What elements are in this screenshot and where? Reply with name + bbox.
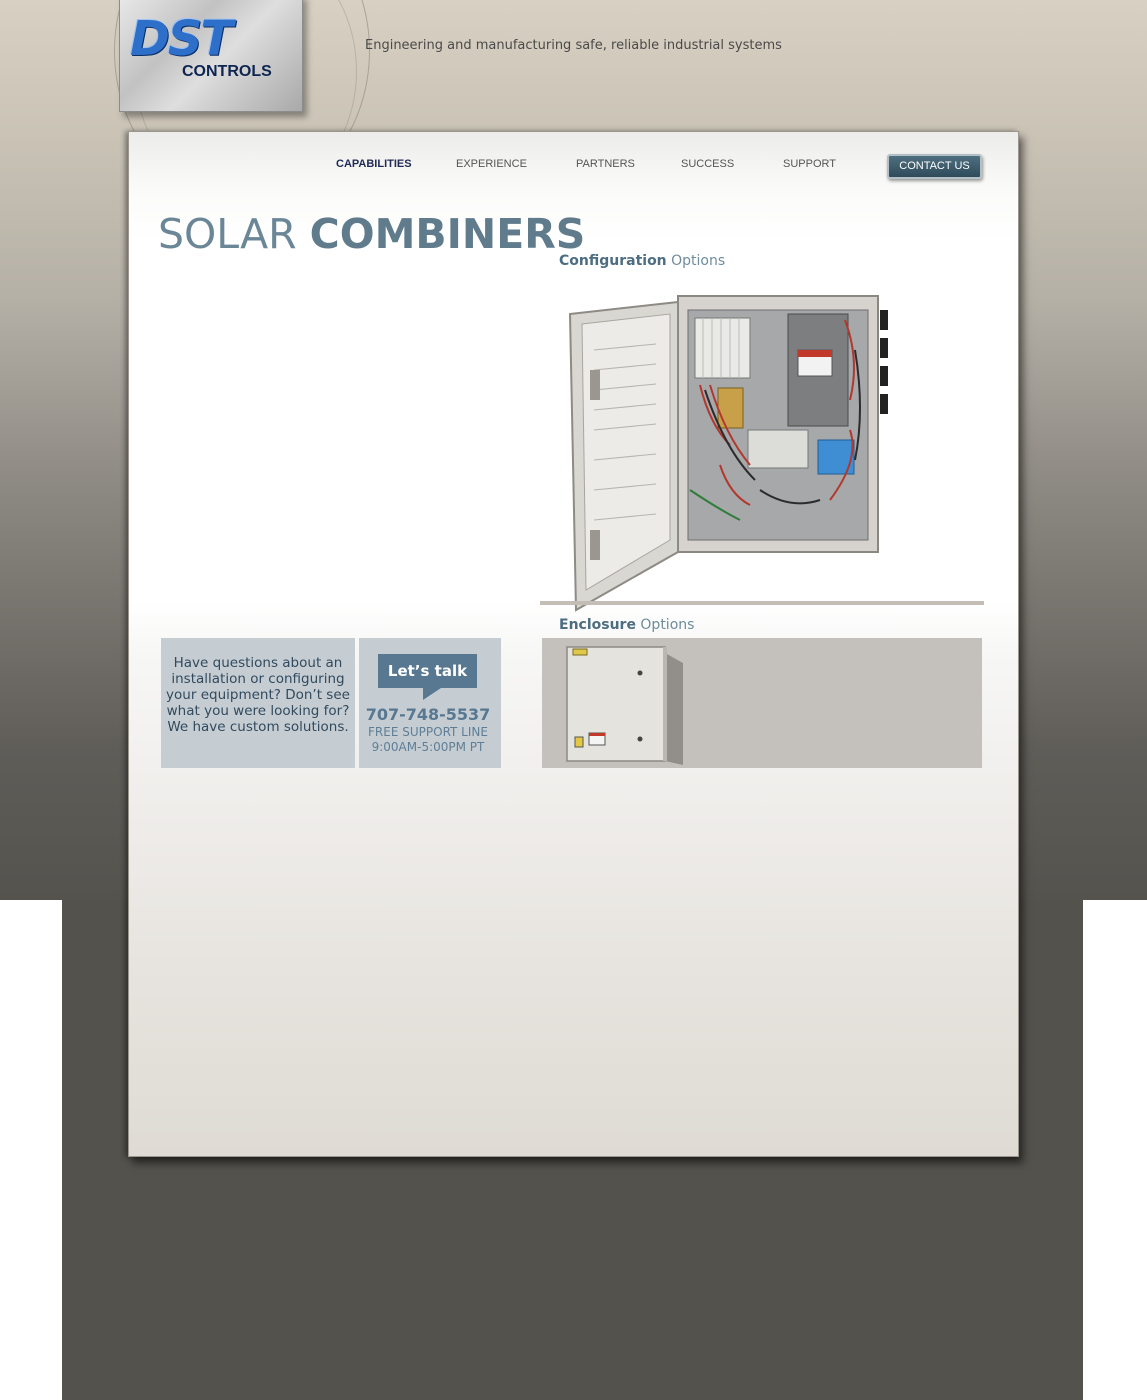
page-title-light: SOLAR <box>158 210 297 258</box>
dst-controls-logo[interactable]: DST CONTROLS <box>119 0 303 112</box>
logo-mark: DST <box>130 11 233 67</box>
nav-capabilities[interactable]: CAPABILITIES <box>336 158 412 170</box>
enclosure-heading-light: Options <box>640 617 695 633</box>
enclosure-heading-bold: Enclosure <box>559 617 636 633</box>
questions-text: Have questions about an installation or … <box>166 655 350 735</box>
enclosure-options-heading: Enclosure Options <box>559 617 694 633</box>
speech-bubble-tail-icon <box>423 688 441 700</box>
nav-success[interactable]: SUCCESS <box>681 158 734 170</box>
enclosure-thumbnail[interactable] <box>565 643 685 767</box>
configuration-heading-bold: Configuration <box>559 253 667 269</box>
configuration-heading-light: Options <box>671 253 726 269</box>
nav-support[interactable]: SUPPORT <box>783 158 836 170</box>
page-title: SOLAR COMBINERS <box>158 209 585 259</box>
nav-partners[interactable]: PARTNERS <box>576 158 635 170</box>
site-tagline: Engineering and manufacturing safe, reli… <box>365 38 782 53</box>
logo-subtext: CONTROLS <box>182 63 272 80</box>
solar-combiner-cabinet-image <box>568 295 888 612</box>
nav-experience[interactable]: EXPERIENCE <box>456 158 527 170</box>
support-line-label: FREE SUPPORT LINE <box>368 725 488 739</box>
contact-us-button[interactable]: CONTACT US <box>887 154 982 179</box>
page-title-bold: COMBINERS <box>309 210 586 258</box>
support-phone-number[interactable]: 707-748-5537 <box>359 705 497 724</box>
support-hours: 9:00AM-5:00PM PT <box>371 740 485 754</box>
section-divider <box>540 601 984 605</box>
lets-talk-bubble: Let’s talk <box>378 654 477 688</box>
configuration-options-heading: Configuration Options <box>559 253 725 269</box>
